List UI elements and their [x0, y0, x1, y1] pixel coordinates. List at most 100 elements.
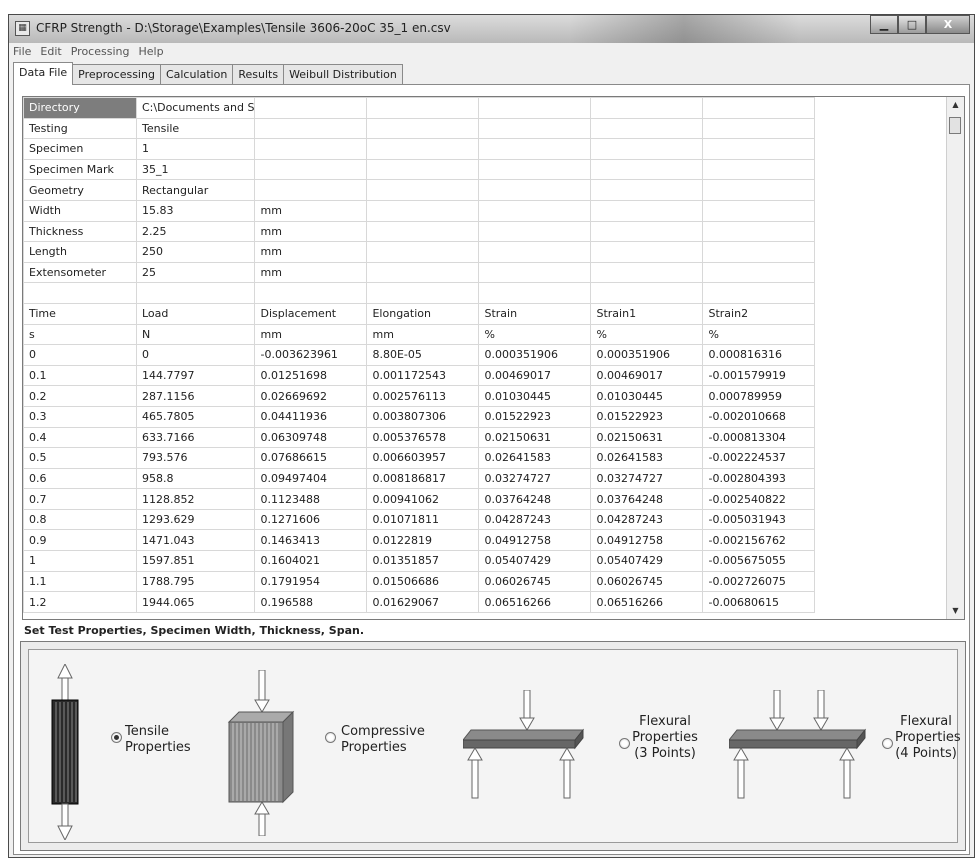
table-cell[interactable]: 0.8	[23, 508, 137, 531]
scroll-up-arrow-icon[interactable]: ▲	[947, 97, 964, 113]
table-cell[interactable]	[478, 117, 592, 140]
flexural-3-points-radio[interactable]	[619, 738, 630, 749]
table-cell[interactable]	[478, 138, 592, 160]
table-cell[interactable]: -0.005675055	[702, 550, 816, 572]
table-cell[interactable]: Elongation	[366, 302, 480, 325]
table-cell[interactable]: 0.05407429	[590, 550, 704, 572]
table-cell[interactable]: 0.196588	[254, 591, 368, 613]
table-cell[interactable]: 1.1	[23, 570, 137, 593]
table-row[interactable]: 0.6 958.8 0.09497404 0.008186817 0.03274727 0…	[23, 467, 816, 490]
table-cell[interactable]: 465.7805	[135, 405, 256, 428]
table-cell[interactable]	[478, 241, 592, 263]
table-cell[interactable]: 0.001172543	[366, 364, 480, 387]
table-cell[interactable]: 0.01629067	[366, 591, 480, 613]
table-row[interactable]: s Nmm mm%%%	[23, 323, 816, 346]
menu-help[interactable]: Help	[134, 43, 168, 58]
table-row[interactable]: 0.8 1293.629 0.1271606 0.01071811 0.04287243…	[23, 508, 816, 531]
table-cell[interactable]: %	[702, 323, 816, 346]
table-cell[interactable]: 0.02150631	[590, 426, 704, 449]
table-cell[interactable]: C:\Documents and S	[135, 97, 256, 119]
table-cell[interactable]	[366, 117, 480, 140]
table-cell[interactable]: 1597.851	[135, 550, 256, 572]
table-row[interactable]: Directory C:\Documents and S	[23, 97, 816, 119]
table-row[interactable]: Testing Tensile	[23, 117, 816, 140]
table-cell[interactable]: 0.02641583	[478, 447, 592, 469]
table-cell[interactable]: 1128.852	[135, 488, 256, 510]
scroll-down-arrow-icon[interactable]: ▼	[947, 603, 964, 619]
table-cell[interactable]: Length	[23, 241, 137, 263]
table-cell[interactable]: 0.04287243	[590, 508, 704, 531]
table-cell[interactable]: 0.000789959	[702, 385, 816, 407]
table-cell[interactable]: 0.1271606	[254, 508, 368, 531]
table-cell[interactable]: 0	[23, 344, 137, 366]
table-cell[interactable]: 0.1463413	[254, 529, 368, 552]
table-row[interactable]: 0.7 1128.852 0.1123488 0.00941062 0.03764248…	[23, 488, 816, 510]
table-cell[interactable]: -0.005031943	[702, 508, 816, 531]
compressive-label[interactable]: Compressive Properties	[341, 724, 425, 756]
table-cell[interactable]: 287.1156	[135, 385, 256, 407]
table-row[interactable]: Length 250 mm	[23, 241, 816, 263]
table-cell[interactable]	[590, 117, 704, 140]
tab-preprocessing[interactable]: Preprocessing	[72, 64, 161, 85]
table-cell[interactable]: Specimen Mark	[23, 158, 137, 181]
table-cell[interactable]: 0.002576113	[366, 385, 480, 407]
table-cell[interactable]: Displacement	[254, 302, 368, 325]
table-cell[interactable]: 0.04411936	[254, 405, 368, 428]
table-cell[interactable]: mm	[254, 323, 368, 346]
maximize-button[interactable]: □	[898, 15, 926, 34]
table-cell[interactable]: Testing	[23, 117, 137, 140]
minimize-button[interactable]: ▁	[870, 15, 898, 34]
table-cell[interactable]: Width	[23, 199, 137, 222]
table-row[interactable]: 1.2 1944.065 0.196588 0.01629067 0.06516266 0…	[23, 591, 816, 613]
table-cell[interactable]: -0.00680615	[702, 591, 816, 613]
table-cell[interactable]: 0.0122819	[366, 529, 480, 552]
table-row[interactable]: 0 0 -0.003623961 8.80E-05 0.000351906 0.00035…	[23, 344, 816, 366]
table-cell[interactable]: 0.1	[23, 364, 137, 387]
table-cell[interactable]	[478, 199, 592, 222]
table-cell[interactable]: Extensometer	[23, 261, 137, 284]
table-cell[interactable]: 0.003807306	[366, 405, 480, 428]
table-cell[interactable]: 25	[135, 261, 256, 284]
table-cell[interactable]	[590, 97, 704, 119]
table-cell[interactable]	[23, 282, 137, 304]
table-row[interactable]: 0.9 1471.043 0.1463413 0.0122819 0.04912758 0…	[23, 529, 816, 552]
table-row[interactable]: Specimen 1	[23, 138, 816, 160]
table-cell[interactable]: 250	[135, 241, 256, 263]
table-cell[interactable]	[590, 158, 704, 181]
table-row[interactable]: Width 15.83 mm	[23, 199, 816, 222]
table-cell[interactable]	[254, 117, 368, 140]
table-cell[interactable]: mm	[254, 199, 368, 222]
table-cell[interactable]	[254, 138, 368, 160]
table-cell[interactable]: mm	[254, 241, 368, 263]
table-cell[interactable]: 0.03764248	[478, 488, 592, 510]
table-cell[interactable]	[702, 97, 816, 119]
table-cell[interactable]: 0.000351906	[478, 344, 592, 366]
flexural-4-points-label[interactable]: Flexural Properties (4 Points)	[895, 714, 961, 762]
table-cell[interactable]: 0.03764248	[590, 488, 704, 510]
table-cell[interactable]	[254, 282, 368, 304]
table-cell[interactable]: 0.01071811	[366, 508, 480, 531]
table-cell[interactable]: 0.4	[23, 426, 137, 449]
table-cell[interactable]	[366, 241, 480, 263]
flexural-4-points-radio[interactable]	[882, 738, 893, 749]
table-cell[interactable]: 0.03274727	[590, 467, 704, 490]
table-cell[interactable]: 0.005376578	[366, 426, 480, 449]
table-cell[interactable]: Geometry	[23, 179, 137, 201]
app-icon[interactable]: ▦	[15, 21, 30, 36]
table-cell[interactable]: 1788.795	[135, 570, 256, 593]
table-cell[interactable]	[702, 199, 816, 222]
title-bar[interactable]: ▦ CFRP Strength - D:\Storage\Examples\Te…	[9, 15, 974, 43]
table-cell[interactable]	[254, 158, 368, 181]
table-cell[interactable]: N	[135, 323, 256, 346]
table-cell[interactable]: -0.002224537	[702, 447, 816, 469]
table-cell[interactable]: 0.01251698	[254, 364, 368, 387]
table-cell[interactable]: 0.01522923	[478, 405, 592, 428]
table-cell[interactable]: s	[23, 323, 137, 346]
table-cell[interactable]: 0	[135, 344, 256, 366]
table-cell[interactable]: 0.07686615	[254, 447, 368, 469]
table-row[interactable]: 1.1 1788.795 0.1791954 0.01506686 0.06026745…	[23, 570, 816, 593]
table-cell[interactable]: 0.01506686	[366, 570, 480, 593]
table-cell[interactable]	[702, 220, 816, 243]
table-cell[interactable]	[702, 179, 816, 201]
menu-edit[interactable]: Edit	[36, 43, 66, 58]
